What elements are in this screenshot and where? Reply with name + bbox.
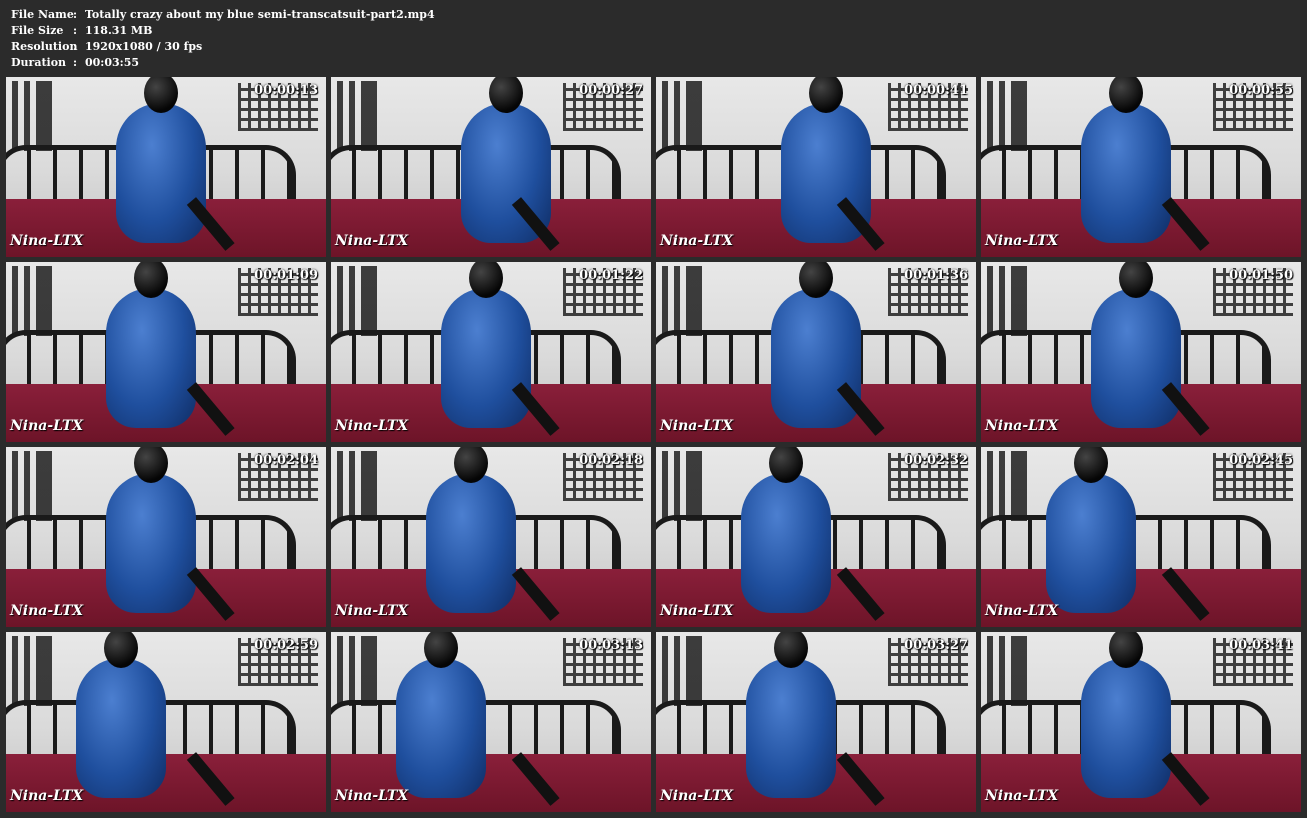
scene-hanger bbox=[12, 81, 52, 151]
watermark-text: Nina-LTX bbox=[985, 603, 1059, 619]
file-name-label: File Name bbox=[11, 8, 74, 21]
watermark-text: Nina-LTX bbox=[10, 788, 84, 804]
scene-hanger bbox=[987, 451, 1027, 521]
video-thumbnail[interactable]: 00:02:04 Nina-LTX bbox=[6, 447, 326, 627]
file-info-header: File Name : Totally crazy about my blue … bbox=[11, 7, 435, 71]
watermark-text: Nina-LTX bbox=[335, 788, 409, 804]
scene-hanger bbox=[337, 266, 377, 336]
watermark-text: Nina-LTX bbox=[335, 418, 409, 434]
scene-figure bbox=[106, 262, 196, 428]
file-size-row: File Size : 118.31 MB bbox=[11, 23, 435, 39]
video-thumbnail[interactable]: 00:02:59 Nina-LTX bbox=[6, 632, 326, 812]
watermark-text: Nina-LTX bbox=[985, 788, 1059, 804]
scene-figure bbox=[426, 447, 516, 613]
thumbnail-timestamp: 00:02:45 bbox=[1229, 453, 1293, 468]
thumbnail-timestamp: 00:00:55 bbox=[1229, 83, 1293, 98]
video-thumbnail[interactable]: 00:01:22 Nina-LTX bbox=[331, 262, 651, 442]
thumbnail-timestamp: 00:03:27 bbox=[904, 638, 968, 653]
thumbnail-timestamp: 00:01:22 bbox=[579, 268, 643, 283]
scene-hanger bbox=[662, 266, 702, 336]
scene-figure bbox=[441, 262, 531, 428]
separator: : bbox=[73, 8, 78, 21]
video-thumbnail[interactable]: 00:00:27 Nina-LTX bbox=[331, 77, 651, 257]
thumbnail-timestamp: 00:02:32 bbox=[904, 453, 968, 468]
file-name-value: Totally crazy about my blue semi-transca… bbox=[85, 8, 435, 21]
resolution-row: Resolution : 1920x1080 / 30 fps bbox=[11, 39, 435, 55]
thumbnail-timestamp: 00:01:36 bbox=[904, 268, 968, 283]
watermark-text: Nina-LTX bbox=[985, 418, 1059, 434]
scene-figure bbox=[396, 632, 486, 798]
watermark-text: Nina-LTX bbox=[660, 603, 734, 619]
thumbnail-timestamp: 00:02:18 bbox=[579, 453, 643, 468]
video-thumbnail[interactable]: 00:00:55 Nina-LTX bbox=[981, 77, 1301, 257]
separator: : bbox=[73, 24, 78, 37]
thumbnail-timestamp: 00:00:41 bbox=[904, 83, 968, 98]
thumbnail-timestamp: 00:00:27 bbox=[579, 83, 643, 98]
thumbnail-timestamp: 00:01:09 bbox=[254, 268, 318, 283]
video-thumbnail[interactable]: 00:00:41 Nina-LTX bbox=[656, 77, 976, 257]
scene-hanger bbox=[987, 81, 1027, 151]
scene-hanger bbox=[662, 636, 702, 706]
video-thumbnail[interactable]: 00:01:09 Nina-LTX bbox=[6, 262, 326, 442]
scene-figure bbox=[746, 632, 836, 798]
video-thumbnail[interactable]: 00:01:36 Nina-LTX bbox=[656, 262, 976, 442]
thumbnail-timestamp: 00:03:13 bbox=[579, 638, 643, 653]
thumbnail-grid: 00:00:13 Nina-LTX 00:00:27 Nina-LTX 00:00:41… bbox=[6, 77, 1302, 812]
scene-figure bbox=[116, 77, 206, 243]
scene-hanger bbox=[987, 636, 1027, 706]
scene-hanger bbox=[12, 266, 52, 336]
video-thumbnail[interactable]: 00:03:13 Nina-LTX bbox=[331, 632, 651, 812]
watermark-text: Nina-LTX bbox=[660, 233, 734, 249]
watermark-text: Nina-LTX bbox=[660, 788, 734, 804]
scene-hanger bbox=[337, 636, 377, 706]
scene-figure bbox=[76, 632, 166, 798]
scene-figure bbox=[106, 447, 196, 613]
scene-hanger bbox=[662, 81, 702, 151]
scene-hanger bbox=[987, 266, 1027, 336]
separator: : bbox=[73, 40, 78, 53]
separator: : bbox=[73, 56, 78, 69]
video-thumbnail[interactable]: 00:02:45 Nina-LTX bbox=[981, 447, 1301, 627]
file-name-row: File Name : Totally crazy about my blue … bbox=[11, 7, 435, 23]
thumbnail-timestamp: 00:02:04 bbox=[254, 453, 318, 468]
file-size-value: 118.31 MB bbox=[85, 24, 153, 37]
scene-hanger bbox=[337, 451, 377, 521]
scene-figure bbox=[1081, 77, 1171, 243]
scene-figure bbox=[1081, 632, 1171, 798]
duration-value: 00:03:55 bbox=[85, 56, 140, 69]
video-thumbnail[interactable]: 00:03:41 Nina-LTX bbox=[981, 632, 1301, 812]
resolution-label: Resolution bbox=[11, 40, 78, 53]
watermark-text: Nina-LTX bbox=[335, 233, 409, 249]
video-thumbnail[interactable]: 00:01:50 Nina-LTX bbox=[981, 262, 1301, 442]
duration-row: Duration : 00:03:55 bbox=[11, 55, 435, 71]
file-size-label: File Size bbox=[11, 24, 64, 37]
scene-figure bbox=[1091, 262, 1181, 428]
video-thumbnail[interactable]: 00:02:32 Nina-LTX bbox=[656, 447, 976, 627]
watermark-text: Nina-LTX bbox=[660, 418, 734, 434]
scene-figure bbox=[771, 262, 861, 428]
watermark-text: Nina-LTX bbox=[10, 233, 84, 249]
thumbnail-timestamp: 00:03:41 bbox=[1229, 638, 1293, 653]
watermark-text: Nina-LTX bbox=[10, 603, 84, 619]
scene-hanger bbox=[662, 451, 702, 521]
resolution-value: 1920x1080 / 30 fps bbox=[85, 40, 203, 53]
video-thumbnail[interactable]: 00:00:13 Nina-LTX bbox=[6, 77, 326, 257]
scene-hanger bbox=[337, 81, 377, 151]
video-thumbnail[interactable]: 00:03:27 Nina-LTX bbox=[656, 632, 976, 812]
scene-hanger bbox=[12, 451, 52, 521]
thumbnail-timestamp: 00:02:59 bbox=[254, 638, 318, 653]
video-thumbnail[interactable]: 00:02:18 Nina-LTX bbox=[331, 447, 651, 627]
scene-figure bbox=[741, 447, 831, 613]
watermark-text: Nina-LTX bbox=[10, 418, 84, 434]
thumbnail-timestamp: 00:01:50 bbox=[1229, 268, 1293, 283]
watermark-text: Nina-LTX bbox=[335, 603, 409, 619]
watermark-text: Nina-LTX bbox=[985, 233, 1059, 249]
scene-hanger bbox=[12, 636, 52, 706]
thumbnail-timestamp: 00:00:13 bbox=[254, 83, 318, 98]
scene-figure bbox=[1046, 447, 1136, 613]
duration-label: Duration bbox=[11, 56, 67, 69]
